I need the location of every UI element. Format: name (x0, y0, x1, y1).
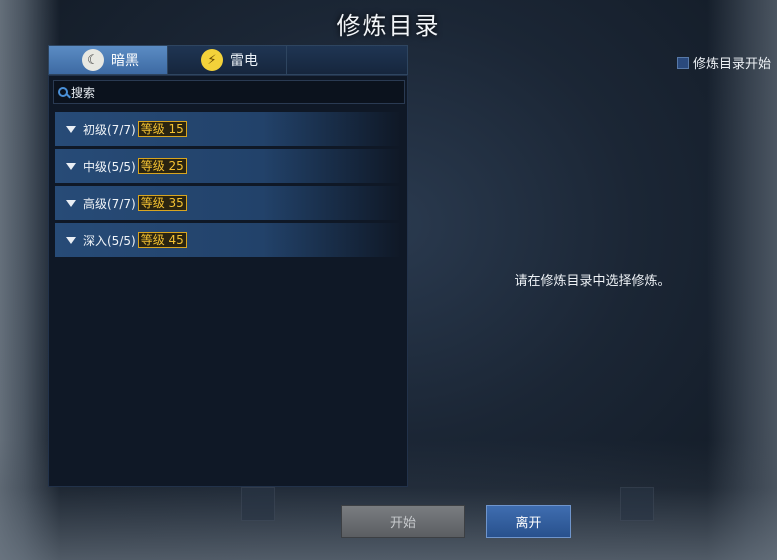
skill-slot-left (241, 487, 275, 521)
level-badge: 等级 15 (137, 121, 187, 137)
level-badge: 等级 35 (137, 195, 187, 211)
auto-start-checkbox[interactable] (676, 56, 689, 69)
tab-lightning[interactable]: ⚡ 雷电 (168, 46, 287, 74)
category-list: 初级(7/7) 等级 15 中级(5/5) 等级 25 高级(7/7) 等级 3… (55, 112, 401, 260)
search-input[interactable]: 搜索 (53, 80, 405, 104)
moon-icon: ☾ (82, 49, 104, 71)
category-name: 初级(7/7) (83, 122, 136, 137)
expand-arrow-icon (66, 162, 76, 170)
auto-start-label: 修炼目录开始 (692, 57, 771, 72)
window-title: 修炼目录 (336, 12, 441, 40)
category-row-intermediate[interactable]: 中级(5/5) 等级 25 (55, 149, 401, 183)
level-badge: 等级 45 (137, 232, 187, 248)
lightning-icon: ⚡ (201, 49, 223, 71)
category-name: 中级(5/5) (83, 159, 136, 174)
category-row-advanced[interactable]: 高级(7/7) 等级 35 (55, 186, 401, 220)
level-badge: 等级 25 (137, 158, 187, 174)
search-icon (58, 87, 68, 97)
skill-slot-right (620, 487, 654, 521)
category-name: 深入(5/5) (83, 233, 136, 248)
tab-lightning-label: 雷电 (230, 53, 258, 69)
start-button[interactable]: 开始 (341, 505, 465, 538)
leave-button[interactable]: 离开 (486, 505, 571, 538)
tab-dark[interactable]: ☾ 暗黑 (49, 46, 168, 74)
selection-hint: 请在修炼目录中选择修炼。 (514, 274, 671, 289)
tab-dark-label: 暗黑 (111, 53, 139, 69)
category-row-deep[interactable]: 深入(5/5) 等级 45 (55, 223, 401, 257)
tab-empty-slot (287, 46, 407, 74)
expand-arrow-icon (66, 199, 76, 207)
category-row-beginner[interactable]: 初级(7/7) 等级 15 (55, 112, 401, 146)
element-tabs: ☾ 暗黑 ⚡ 雷电 (48, 45, 408, 75)
auto-start-toggle[interactable]: 修炼目录开始 (676, 53, 771, 72)
search-placeholder: 搜索 (71, 85, 96, 100)
expand-arrow-icon (66, 125, 76, 133)
expand-arrow-icon (66, 236, 76, 244)
training-list-panel: 搜索 初级(7/7) 等级 15 中级(5/5) 等级 25 高级(7/7) 等… (48, 75, 408, 487)
category-name: 高级(7/7) (83, 196, 136, 211)
